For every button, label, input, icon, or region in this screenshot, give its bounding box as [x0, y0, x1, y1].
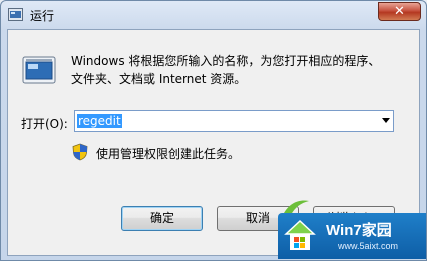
- open-label: 打开(O):: [21, 117, 68, 131]
- watermark-url: www.5aixt.com: [338, 241, 399, 251]
- close-icon: ✕: [394, 4, 405, 19]
- title-bar[interactable]: 运行 ✕: [1, 1, 426, 29]
- run-dialog-icon: [8, 8, 23, 21]
- ok-button[interactable]: 确定: [121, 206, 203, 231]
- admin-note: 使用管理权限创建此任务。: [96, 147, 241, 161]
- open-input-value[interactable]: regedit: [77, 114, 122, 128]
- window-title: 运行: [30, 9, 55, 23]
- chevron-down-icon[interactable]: [382, 118, 390, 123]
- watermark-logo: Win7家园 www.5aixt.com: [278, 213, 426, 259]
- watermark-title: Win7家园: [326, 222, 392, 239]
- run-dialog: 运行 ✕ Windows 将根据您所输入的名称，为您打开相应的程序、文件夹、文档…: [0, 0, 427, 261]
- close-button[interactable]: ✕: [378, 2, 421, 21]
- open-combobox[interactable]: regedit: [74, 110, 394, 132]
- dialog-description: Windows 将根据您所输入的名称，为您打开相应的程序、文件夹、文档或 Int…: [71, 54, 381, 86]
- uac-shield-icon: [72, 143, 88, 161]
- run-program-icon: [22, 56, 56, 84]
- house-icon: [284, 219, 316, 250]
